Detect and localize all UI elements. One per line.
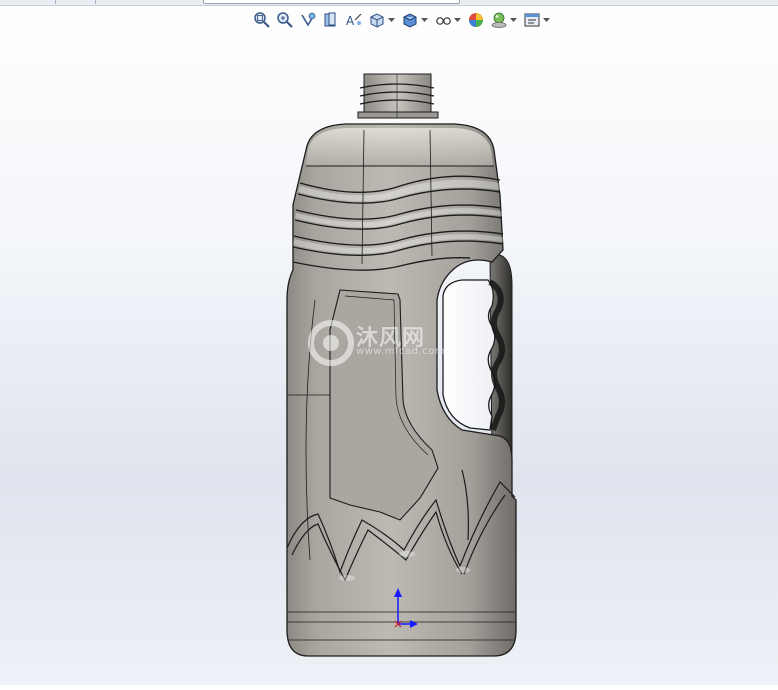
- view-settings-button[interactable]: [522, 10, 542, 30]
- edit-appearance-button[interactable]: [466, 10, 486, 30]
- section-view-icon: [324, 12, 336, 27]
- previous-view-icon: [301, 12, 316, 27]
- hide-show-icon: [436, 17, 451, 25]
- hide-show-menu-caret[interactable]: [454, 10, 461, 30]
- chevron-down-icon: [510, 17, 517, 22]
- zoom-to-fit-button[interactable]: [252, 10, 272, 30]
- chevron-down-icon: [388, 17, 395, 22]
- display-style-icon: [403, 13, 417, 28]
- heads-up-view-toolbar: A: [252, 9, 552, 31]
- zoom-to-area-button[interactable]: [275, 10, 295, 30]
- zoom-to-fit-icon: [254, 12, 270, 28]
- section-view-button[interactable]: [321, 10, 341, 30]
- bottle-shoulder: [306, 128, 493, 166]
- view-orientation-icon: [370, 13, 384, 28]
- view-settings-menu-caret[interactable]: [543, 10, 550, 30]
- bottle-neck: [357, 73, 439, 119]
- watermark: 沐风网 www.mfcad.com: [308, 318, 478, 368]
- hide-show-items-button[interactable]: [433, 10, 453, 30]
- chevron-down-icon: [421, 17, 428, 22]
- zoom-to-area-icon: [277, 12, 293, 28]
- svg-text:A: A: [346, 14, 355, 28]
- display-style-menu-caret[interactable]: [421, 10, 428, 30]
- display-style-button[interactable]: [400, 10, 420, 30]
- dynamic-annotation-icon: A: [346, 13, 362, 28]
- view-orientation-button[interactable]: [367, 10, 387, 30]
- chevron-down-icon: [454, 17, 461, 22]
- previous-view-button[interactable]: [298, 10, 318, 30]
- watermark-url-text: www.mfcad.com: [356, 346, 446, 357]
- watermark-logo-icon: [308, 320, 354, 366]
- edit-appearance-icon: [469, 13, 483, 27]
- view-settings-icon: [524, 13, 540, 27]
- apply-scene-button[interactable]: [489, 10, 509, 30]
- apply-scene-icon: [491, 12, 507, 28]
- apply-scene-menu-caret[interactable]: [510, 10, 517, 30]
- chevron-down-icon: [543, 17, 550, 22]
- dynamic-annotation-button[interactable]: A: [344, 10, 364, 30]
- view-orientation-menu-caret[interactable]: [388, 10, 395, 30]
